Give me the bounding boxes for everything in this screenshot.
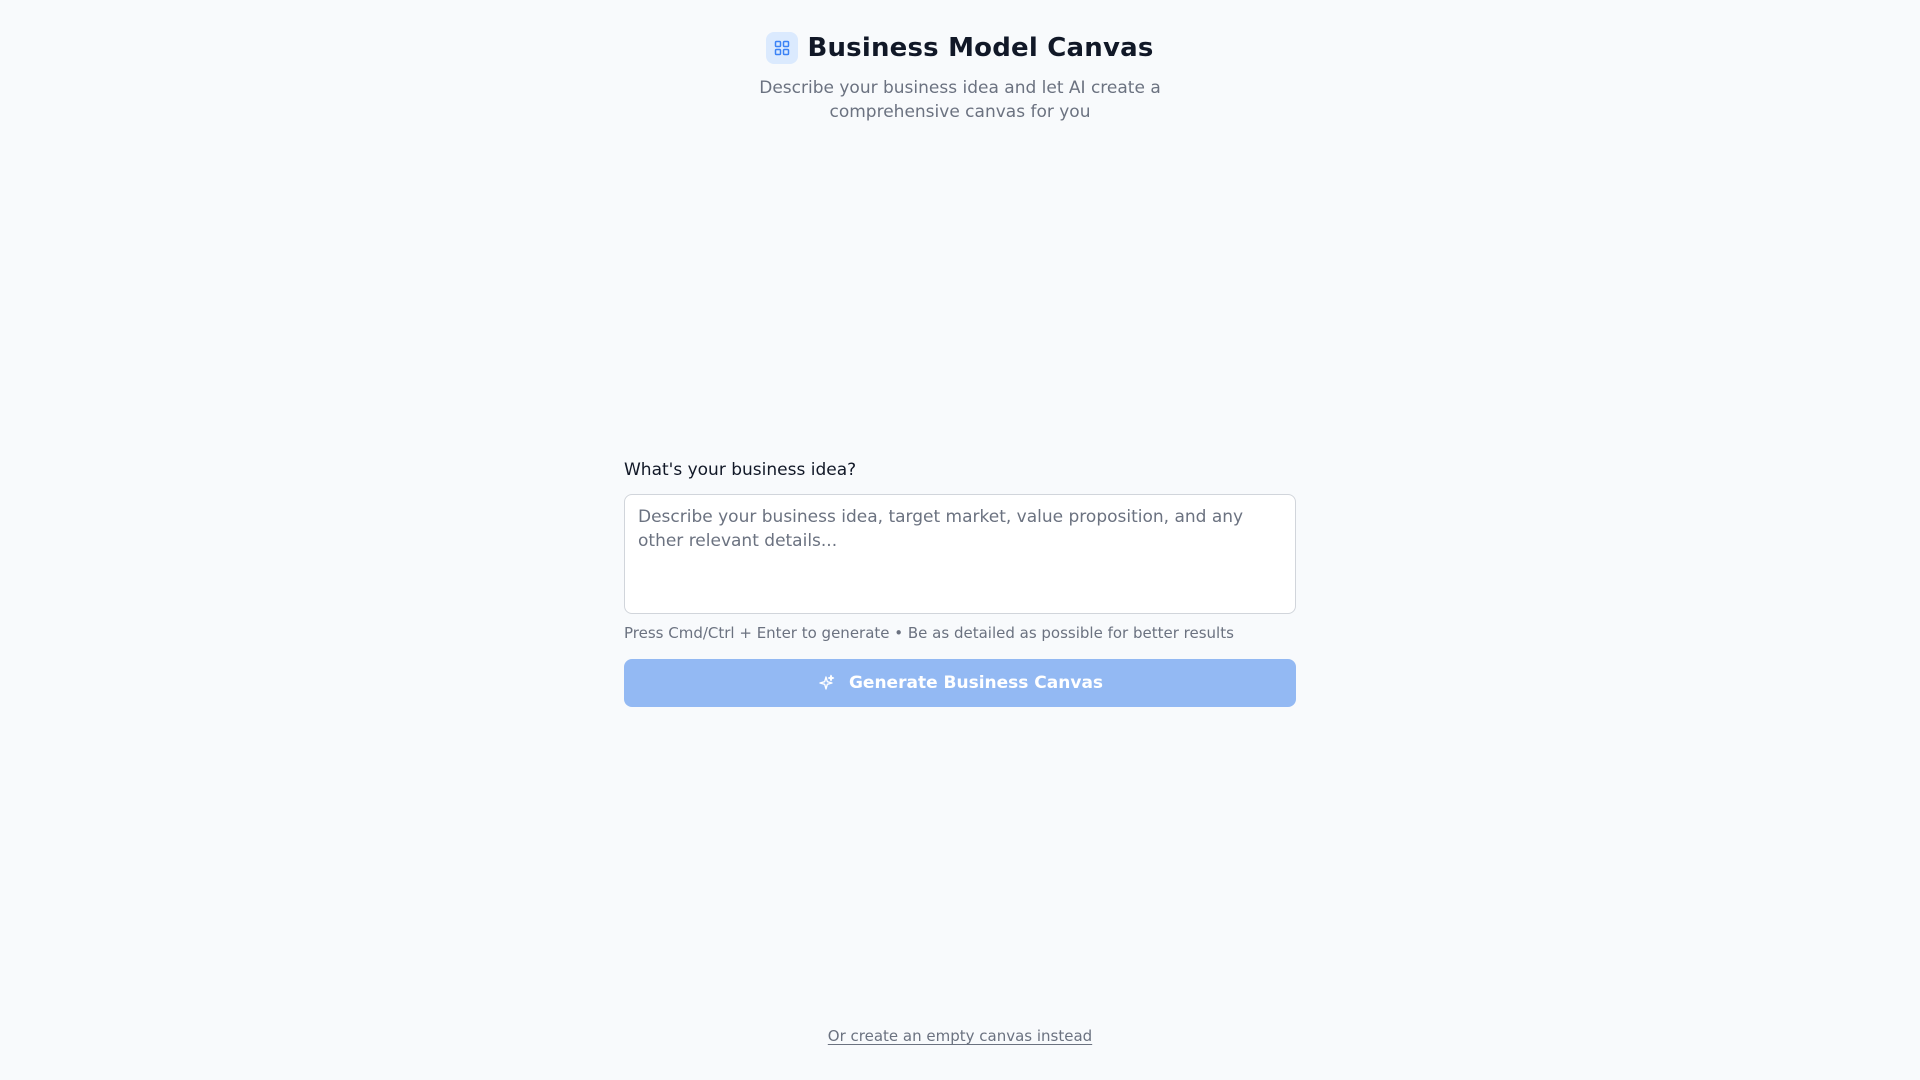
keyboard-hint: Press Cmd/Ctrl + Enter to generate • Be …: [624, 624, 1234, 642]
create-empty-canvas-link[interactable]: Or create an empty canvas instead: [828, 1027, 1092, 1045]
page-title: Business Model Canvas: [807, 33, 1154, 63]
business-idea-label: What's your business idea?: [624, 460, 857, 480]
business-idea-input[interactable]: [624, 494, 1296, 614]
generate-canvas-label: Generate Business Canvas: [848, 673, 1104, 693]
business-idea-form: What's your business idea? Press Cmd/Ctr…: [624, 456, 1296, 707]
sparkles-icon: [817, 674, 835, 692]
header: Business Model Canvas Describe your busi…: [0, 30, 1920, 124]
title-row: Business Model Canvas: [0, 30, 1920, 66]
generate-canvas-button[interactable]: Generate Business Canvas: [624, 659, 1296, 707]
grid-icon: [766, 32, 799, 64]
page: Business Model Canvas Describe your busi…: [0, 0, 1920, 1080]
page-subtitle: Describe your business idea and let AI c…: [759, 78, 1161, 122]
footer: Or create an empty canvas instead: [0, 1026, 1920, 1045]
